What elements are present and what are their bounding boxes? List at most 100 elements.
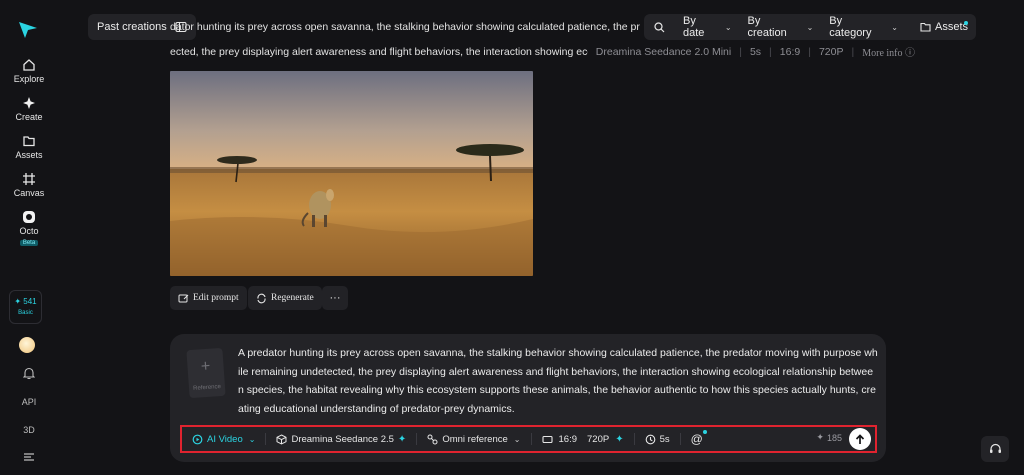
omni-reference-icon [427, 434, 438, 444]
reference-mode-label: Omni reference [442, 433, 508, 445]
folder-icon [23, 136, 35, 147]
nav-octo-label: Octo [19, 226, 39, 236]
mode-label: AI Video [207, 433, 243, 445]
notification-dot [964, 21, 968, 25]
cost-value: 185 [826, 432, 842, 443]
filter-by-category-label: By category [829, 15, 872, 39]
nav-octo[interactable]: Octo Beta [0, 210, 58, 246]
sparkle-icon: ✦ [615, 433, 624, 445]
regenerate-button[interactable]: Regenerate [248, 286, 322, 310]
sparkle-icon [23, 97, 35, 109]
filter-by-creation-label: By creation [747, 15, 787, 39]
menu-button[interactable] [0, 452, 58, 464]
reference-mode-select[interactable]: Omni reference ⌄ [417, 427, 530, 451]
nav-canvas-label: Canvas [13, 188, 45, 198]
credits-spark-icon: ✦ [14, 297, 22, 306]
edit-prompt-label: Edit prompt [193, 293, 239, 303]
model-label: Dreamina Seedance 2.5 [291, 433, 394, 445]
left-rail: Explore Create Assets Canvas Octo Beta ✦… [0, 0, 58, 475]
beta-badge: Beta [19, 240, 39, 246]
credit-icon: ✦ [816, 432, 824, 442]
duration-select[interactable]: 5s [635, 427, 680, 451]
chevron-down-icon: ⌄ [891, 22, 898, 32]
menu-icon [24, 453, 34, 461]
avatar[interactable] [19, 337, 35, 353]
filter-by-creation[interactable]: By creation ⌄ [740, 14, 822, 40]
headset-icon [989, 443, 1001, 453]
canvas-icon [23, 173, 35, 185]
model-select[interactable]: Dreamina Seedance 2.5 ✦ [266, 427, 416, 451]
nav-create-label: Create [15, 112, 43, 122]
past-creations-label: Past creations [97, 21, 167, 33]
aspect-ratio-icon [541, 435, 553, 443]
credits-badge[interactable]: ✦ 541 Basic [9, 290, 42, 324]
chevron-down-icon: ⌄ [806, 22, 814, 32]
plus-icon: + [200, 357, 211, 376]
history-resolution: 720P [818, 45, 844, 58]
chevron-down-icon: ⌄ [513, 434, 521, 444]
bell-button[interactable] [0, 367, 58, 382]
history-duration: 5s [749, 45, 762, 58]
meta-divider: | [851, 45, 855, 58]
mention-button[interactable]: @ [681, 427, 713, 451]
edit-icon [178, 294, 189, 302]
more-info-label: More info [862, 48, 903, 59]
edit-prompt-button[interactable]: Edit prompt [170, 286, 247, 310]
nav-assets[interactable]: Assets [0, 134, 58, 160]
history-meta-row: ected, the prey displaying alert awarene… [170, 44, 915, 60]
prompt-input[interactable]: A predator hunting its prey across open … [238, 344, 878, 418]
regenerate-icon [257, 293, 266, 303]
mention-icon: @ [691, 430, 707, 446]
api-link[interactable]: API [0, 397, 58, 407]
bell-icon [22, 367, 36, 380]
history-prompt-line2: ected, the prey displaying alert awarene… [170, 45, 588, 58]
regenerate-label: Regenerate [271, 293, 314, 303]
nav-explore[interactable]: Explore [0, 58, 58, 84]
filter-by-date-label: By date [683, 15, 705, 39]
history-ratio: 16:9 [779, 45, 801, 58]
reference-upload[interactable]: + Reference [186, 347, 226, 399]
nav-assets-label: Assets [15, 150, 43, 160]
history-model: Dreamina Seedance 2.0 Mini [595, 45, 732, 58]
filter-bar: By date ⌄ By creation ⌄ By category ⌄ Asset… [644, 14, 976, 40]
meta-divider: | [739, 45, 742, 58]
search-button[interactable] [644, 14, 675, 40]
plan-label: Basic [18, 310, 33, 316]
generated-video-thumbnail[interactable] [170, 71, 533, 276]
ratio-resolution-select[interactable]: 16:9 720P ✦ [532, 427, 634, 451]
home-icon [23, 59, 35, 71]
arrow-up-icon [855, 433, 865, 444]
search-icon [654, 21, 665, 32]
chevron-down-icon: ⌄ [248, 434, 256, 444]
mode-select[interactable]: AI Video ⌄ [182, 427, 265, 451]
cube-icon [276, 433, 287, 445]
sparkle-icon: ✦ [397, 433, 407, 445]
more-info-link[interactable]: More info ⓘ [862, 44, 915, 59]
reference-label: Reference [193, 384, 222, 392]
octo-icon [23, 211, 35, 223]
assets-button[interactable]: Assets [906, 14, 976, 40]
filter-by-date[interactable]: By date ⌄ [675, 14, 740, 40]
nav-create[interactable]: Create [0, 96, 58, 122]
submit-button[interactable] [849, 428, 871, 450]
more-icon: ··· [329, 292, 341, 304]
more-options-button[interactable]: ··· [322, 286, 348, 310]
nav-explore-label: Explore [13, 74, 45, 84]
generation-cost: ✦ 185 [816, 432, 842, 443]
threed-link[interactable]: 3D [0, 425, 58, 435]
nav-canvas[interactable]: Canvas [0, 172, 58, 198]
ratio-label: 16:9 [558, 433, 578, 445]
ai-video-icon [192, 434, 203, 444]
clock-icon [645, 434, 655, 444]
folder-icon [920, 22, 931, 32]
resolution-label: 720P [587, 433, 610, 445]
meta-divider: | [808, 45, 811, 58]
meta-divider: | [769, 45, 772, 58]
duration-label: 5s [659, 433, 670, 445]
support-button[interactable] [981, 436, 1009, 462]
history-prompt-line1: dator hunting its prey across open savan… [170, 21, 640, 33]
logo-icon[interactable] [17, 20, 39, 40]
chevron-down-icon: ⌄ [724, 22, 732, 32]
info-icon: ⓘ [905, 48, 915, 59]
filter-by-category[interactable]: By category ⌄ [821, 14, 906, 40]
